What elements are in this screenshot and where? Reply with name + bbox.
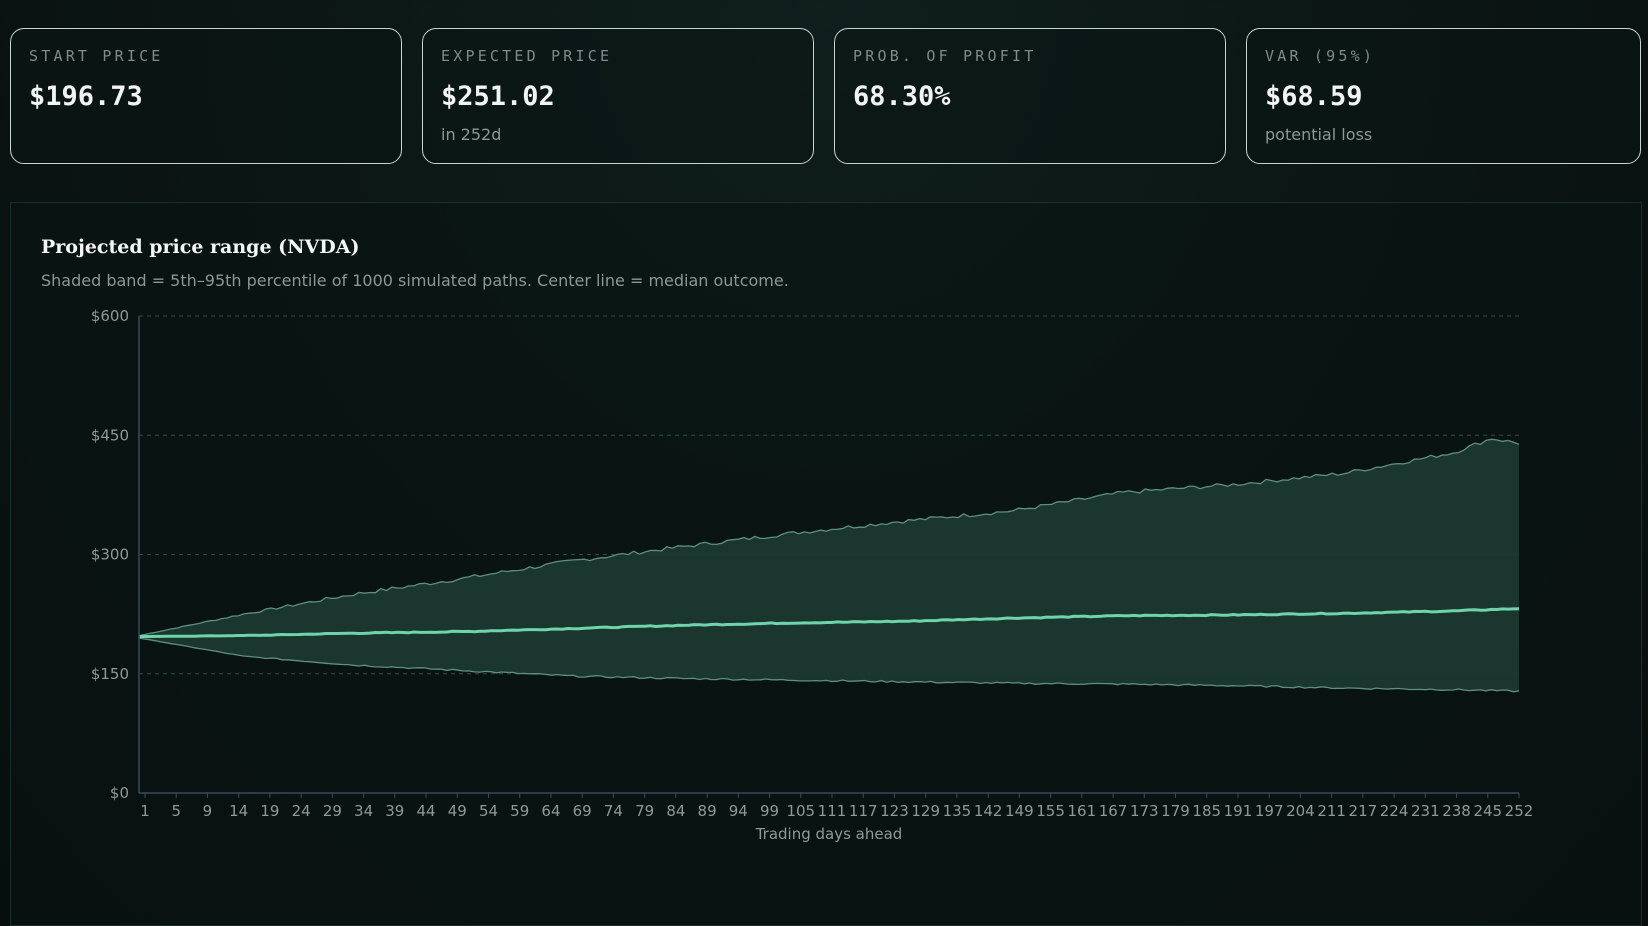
stat-value: $251.02 [441,81,555,112]
x-tick-label: 245 [1473,802,1502,820]
x-tick-label: 49 [448,802,467,820]
x-tick-label: 155 [1036,802,1065,820]
x-tick-label: 135 [943,802,972,820]
x-tick-label: 29 [323,802,342,820]
x-tick-label: 34 [354,802,373,820]
x-tick-label: 211 [1317,802,1346,820]
x-tick-label: 185 [1192,802,1221,820]
x-tick-label: 19 [260,802,279,820]
x-tick-label: 217 [1349,802,1378,820]
x-tick-label: 238 [1442,802,1471,820]
x-tick-label: 94 [729,802,748,820]
x-tick-label: 224 [1380,802,1409,820]
y-tick-label: $0 [110,784,129,802]
y-tick-label: $450 [91,426,129,444]
x-tick-label: 252 [1505,802,1534,820]
x-tick-label: 105 [786,802,815,820]
x-tick-label: 39 [385,802,404,820]
price-range-chart: $0$150$300$450$6001 5 9 14 19 24 29 34 39 44 49 54 5… [91,307,1534,843]
stat-card-prob-profit: PROB. OF PROFIT 68.30% [834,28,1226,164]
x-tick-label: 59 [510,802,529,820]
y-tick-label: $150 [91,665,129,683]
x-tick-label: 74 [604,802,623,820]
x-tick-label: 54 [479,802,498,820]
x-tick-label: 204 [1286,802,1315,820]
stat-label: PROB. OF PROFIT [853,47,1037,65]
x-tick-label: 117 [849,802,878,820]
x-tick-label: 99 [760,802,779,820]
x-tick-label: 89 [698,802,717,820]
stat-label: EXPECTED PRICE [441,47,613,65]
stat-subtext: potential loss [1265,125,1373,144]
stat-value: $196.73 [29,81,143,112]
x-tick-label: 123 [880,802,909,820]
y-tick-label: $300 [91,546,129,564]
x-tick-label: 149 [1005,802,1034,820]
stat-subtext: in 252d [441,125,502,144]
x-tick-label: 79 [635,802,654,820]
x-tick-label: 9 [203,802,213,820]
x-tick-label: 1 [140,802,150,820]
x-tick-label: 64 [541,802,560,820]
x-tick-label: 24 [292,802,311,820]
x-tick-label: 111 [818,802,847,820]
x-axis-title: Trading days ahead [755,825,903,843]
stat-card-expected-price: EXPECTED PRICE $251.02 in 252d [422,28,814,164]
x-tick-label: 191 [1224,802,1253,820]
stat-label: START PRICE [29,47,164,65]
stat-cards-row: START PRICE $196.73 EXPECTED PRICE $251.… [10,28,1642,166]
stat-value: $68.59 [1265,81,1363,112]
x-tick-label: 5 [171,802,181,820]
x-tick-label: 161 [1067,802,1096,820]
stat-card-var: VAR (95%) $68.59 potential loss [1246,28,1641,164]
x-tick-label: 173 [1130,802,1159,820]
chart-panel: Projected price range (NVDA) Shaded band… [10,202,1642,926]
stat-label: VAR (95%) [1265,47,1376,65]
stat-card-start-price: START PRICE $196.73 [10,28,402,164]
x-tick-label: 129 [911,802,940,820]
x-tick-label: 44 [416,802,435,820]
x-tick-label: 197 [1255,802,1284,820]
x-tick-label: 167 [1099,802,1128,820]
x-tick-label: 231 [1411,802,1440,820]
stat-value: 68.30% [853,81,951,112]
x-tick-label: 84 [666,802,685,820]
y-tick-label: $600 [91,307,129,325]
x-tick-label: 179 [1161,802,1190,820]
x-tick-label: 14 [229,802,248,820]
x-tick-label: 69 [573,802,592,820]
x-tick-label: 142 [974,802,1003,820]
